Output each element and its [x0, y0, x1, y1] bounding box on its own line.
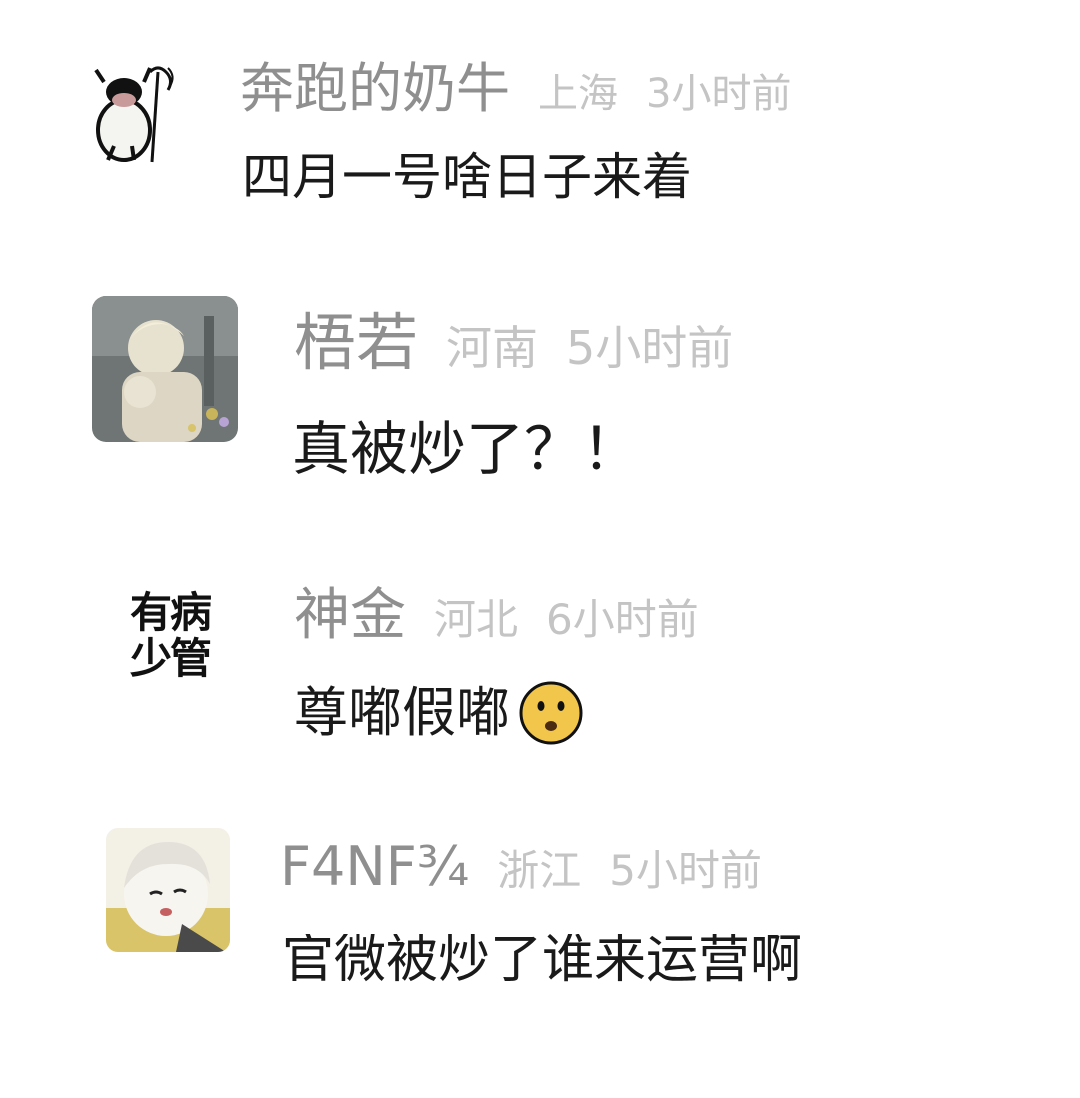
comment-text-content: 真被炒了？！	[292, 415, 641, 483]
timestamp: 6小时前	[546, 595, 699, 644]
avatar-text: 有病少管	[130, 588, 212, 683]
location-label: 河南	[446, 321, 539, 375]
username[interactable]: 奔跑的奶牛	[240, 62, 510, 116]
comment-text: 尊嘟假嘟	[294, 680, 584, 746]
comment-header: 梧若 河南 5小时前	[294, 312, 733, 374]
location-label: 河北	[434, 595, 519, 644]
frowning-face-icon	[519, 681, 583, 745]
avatar[interactable]	[92, 296, 238, 442]
comment-text: 四月一号啥日子来着	[242, 152, 692, 202]
illustration-avatar-icon	[92, 296, 238, 442]
comment-header: F4NF¾ 浙江 5小时前	[280, 840, 762, 894]
cow-avatar-icon	[94, 66, 174, 163]
comment-text: 真被炒了？！	[292, 420, 640, 478]
comment-text-content: 四月一号啥日子来着	[242, 148, 692, 206]
anime-avatar-icon	[106, 828, 230, 952]
timestamp: 5小时前	[566, 321, 734, 375]
comment-header: 奔跑的奶牛 上海 3小时前	[240, 62, 791, 116]
avatar[interactable]	[90, 60, 182, 164]
location-label: 浙江	[497, 846, 582, 895]
avatar[interactable]: 有病少管	[130, 590, 240, 682]
comment-header: 神金 河北 6小时前	[294, 588, 699, 644]
username[interactable]: 神金	[294, 588, 406, 644]
timestamp: 3小时前	[646, 71, 792, 117]
username[interactable]: 梧若	[294, 312, 418, 374]
avatar[interactable]	[106, 828, 230, 952]
comment-text: 官微被炒了谁来运营啊	[282, 934, 872, 986]
username[interactable]: F4NF¾	[280, 840, 469, 894]
comment-text-content: 尊嘟假嘟	[294, 681, 510, 744]
comment-text-content: 官微被炒了谁来运营啊	[282, 934, 803, 986]
location-label: 上海	[538, 71, 618, 117]
timestamp: 5小时前	[609, 846, 762, 895]
